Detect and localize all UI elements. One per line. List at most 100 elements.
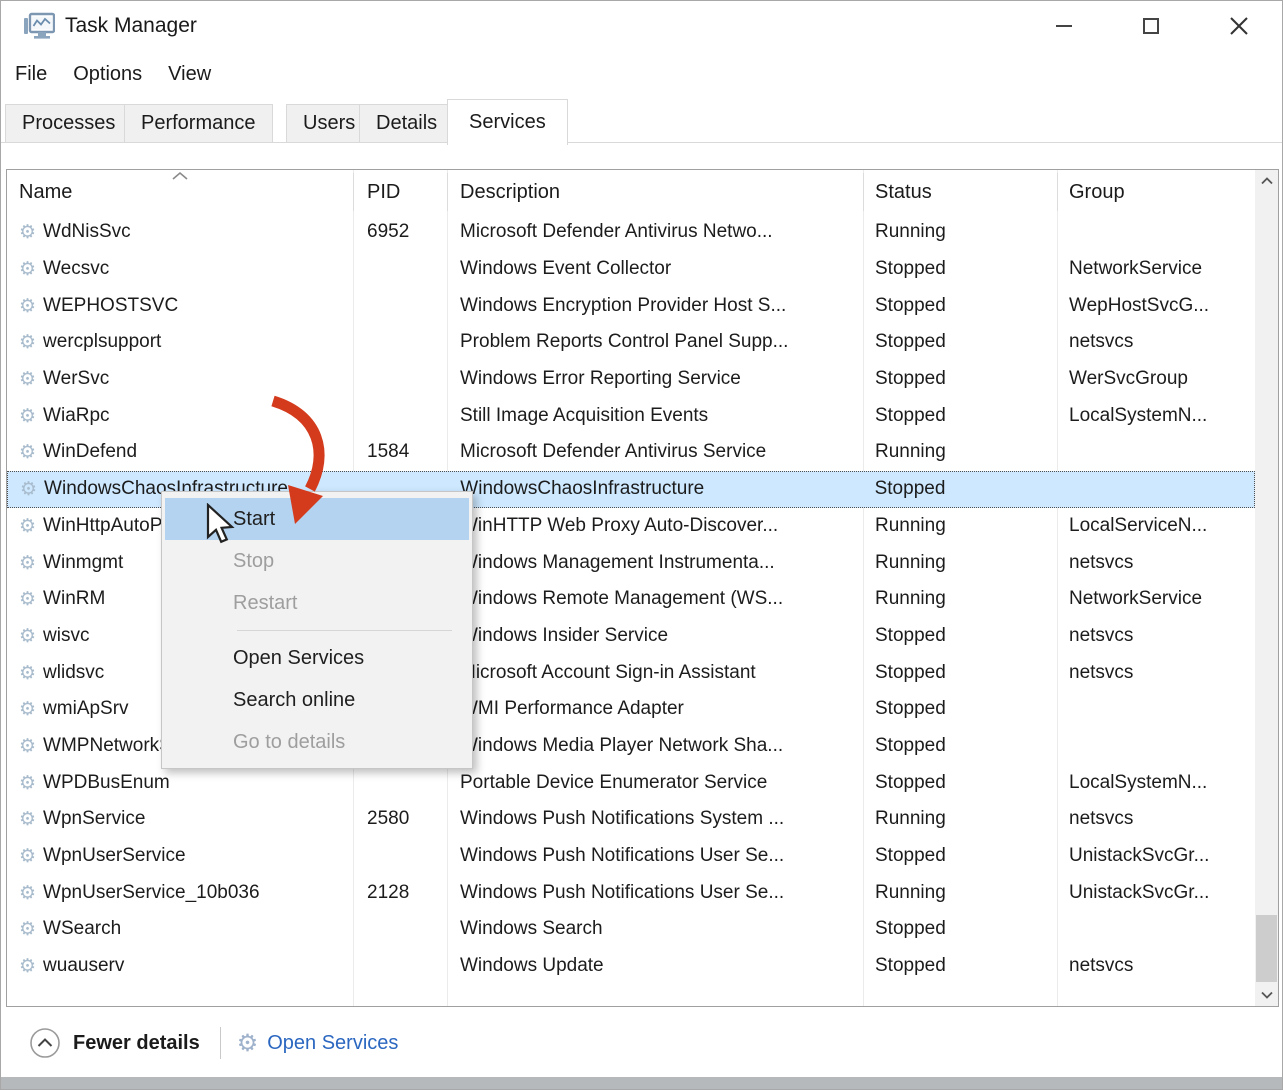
table-row[interactable]: ⚙WSearchWindows SearchStopped	[7, 911, 1255, 948]
service-group: netsvcs	[1057, 324, 1255, 361]
service-group: NetworkService	[1057, 251, 1255, 288]
service-status: Stopped	[863, 911, 1057, 948]
service-gear-icon: ⚙	[19, 258, 36, 280]
context-menu: StartStopRestartOpen ServicesSearch onli…	[161, 491, 473, 769]
minimize-button[interactable]	[1031, 1, 1097, 51]
service-description: Problem Reports Control Panel Supp...	[447, 324, 863, 361]
chevron-up-icon	[1261, 177, 1273, 185]
table-row[interactable]: ⚙wercplsupportProblem Reports Control Pa…	[7, 324, 1255, 361]
service-status: Running	[863, 508, 1057, 545]
service-gear-icon: ⚙	[19, 698, 36, 720]
column-header-pid[interactable]: PID	[353, 170, 447, 214]
service-description: Windows Push Notifications User Se...	[447, 838, 863, 875]
service-group: LocalServiceN...	[1057, 508, 1255, 545]
service-name: WiaRpc	[43, 405, 110, 427]
service-group: WerSvcGroup	[1057, 361, 1255, 398]
service-status: Stopped	[863, 764, 1057, 801]
service-group	[1056, 472, 1254, 507]
service-description: Windows Remote Management (WS...	[447, 581, 863, 618]
service-status: Running	[863, 434, 1057, 471]
service-description: Microsoft Defender Antivirus Netwo...	[447, 214, 863, 251]
scroll-down-button[interactable]	[1255, 984, 1278, 1006]
column-header-group[interactable]: Group	[1057, 170, 1255, 214]
service-status: Stopped	[863, 397, 1057, 434]
tab-services[interactable]: Services	[447, 99, 568, 145]
service-status: Stopped	[863, 251, 1057, 288]
service-gear-icon: ⚙	[19, 295, 36, 317]
service-pid	[353, 764, 447, 801]
context-menu-item-open-services[interactable]: Open Services	[165, 637, 469, 679]
table-row[interactable]: ⚙WpnUserService_10b0362128Windows Push N…	[7, 874, 1255, 911]
table-row[interactable]: ⚙ WiaRpc Still Image Acquisition EventsSto…	[7, 397, 1255, 434]
service-group: netsvcs	[1057, 801, 1255, 838]
service-pid	[353, 948, 447, 985]
service-description: Still Image Acquisition Events	[447, 397, 863, 434]
scrollbar-thumb[interactable]	[1256, 915, 1277, 982]
service-description: Microsoft Defender Antivirus Service	[447, 434, 863, 471]
tab-details[interactable]: Details	[359, 104, 454, 143]
service-name: WSearch	[43, 918, 121, 940]
service-description: WindowsChaosInfrastructure	[447, 472, 862, 507]
service-status: Stopped	[863, 324, 1057, 361]
service-status: Running	[863, 874, 1057, 911]
context-menu-item-go-to-details: Go to details	[165, 721, 469, 763]
service-name: wmiApSrv	[43, 698, 129, 720]
service-gear-icon: ⚙	[19, 405, 36, 427]
service-name: WinRM	[43, 588, 105, 610]
table-row[interactable]: ⚙WecsvcWindows Event CollectorStoppedNet…	[7, 251, 1255, 288]
service-name: WerSvc	[43, 368, 109, 390]
close-button[interactable]	[1206, 1, 1272, 51]
table-row[interactable]: ⚙WPDBusEnumPortable Device Enumerator Se…	[7, 764, 1255, 801]
services-gear-icon: ⚙	[237, 1029, 259, 1057]
vertical-scrollbar[interactable]	[1255, 170, 1278, 1006]
title-bar: Task Manager	[1, 1, 1282, 51]
service-gear-icon: ⚙	[19, 735, 36, 757]
open-services-link[interactable]: Open Services	[267, 1032, 398, 1055]
service-name: WpnUserService	[43, 845, 186, 867]
service-pid: 6952	[353, 214, 447, 251]
table-row[interactable]: ⚙WpnService2580Windows Push Notification…	[7, 801, 1255, 838]
service-name: Winmgmt	[43, 552, 123, 574]
service-description: Windows Update	[447, 948, 863, 985]
header-divider	[353, 173, 354, 211]
table-row[interactable]: ⚙WdNisSvc6952Microsoft Defender Antiviru…	[7, 214, 1255, 251]
service-description: WMI Performance Adapter	[447, 691, 863, 728]
maximize-icon	[1140, 15, 1162, 37]
tab-performance[interactable]: Performance	[124, 104, 273, 143]
fewer-details-button[interactable]: Fewer details	[73, 1032, 200, 1055]
table-row[interactable]: ⚙wuauservWindows UpdateStoppednetsvcs	[7, 948, 1255, 985]
context-menu-item-restart: Restart	[165, 582, 469, 624]
service-name: WinDefend	[43, 441, 137, 463]
menubar-item-file[interactable]: File	[15, 63, 47, 86]
tab-processes[interactable]: Processes	[5, 104, 132, 143]
scroll-up-button[interactable]	[1255, 170, 1278, 192]
menubar-item-view[interactable]: View	[168, 63, 211, 86]
context-menu-item-start[interactable]: Start	[165, 498, 469, 540]
table-row[interactable]: ⚙WpnUserServiceWindows Push Notification…	[7, 838, 1255, 875]
table-row[interactable]: ⚙WEPHOSTSVCWindows Encryption Provider H…	[7, 287, 1255, 324]
column-header-status[interactable]: Status	[863, 170, 1057, 214]
table-row[interactable]: ⚙WerSvcWindows Error Reporting ServiceSt…	[7, 361, 1255, 398]
menubar-item-options[interactable]: Options	[73, 63, 142, 86]
header-divider	[863, 173, 864, 211]
service-gear-icon: ⚙	[19, 368, 36, 390]
service-gear-icon: ⚙	[19, 515, 36, 537]
service-pid	[353, 287, 447, 324]
service-gear-icon: ⚙	[19, 441, 36, 463]
service-status: Stopped	[863, 287, 1057, 324]
service-pid	[353, 251, 447, 288]
service-name: wisvc	[43, 625, 89, 647]
table-row[interactable]: ⚙WinDefend1584Microsoft Defender Antivir…	[7, 434, 1255, 471]
chevron-up-circle-icon	[29, 1027, 61, 1059]
service-name: wlidsvc	[43, 662, 104, 684]
service-group	[1057, 691, 1255, 728]
service-gear-icon: ⚙	[19, 955, 36, 977]
service-gear-icon: ⚙	[19, 331, 36, 353]
maximize-button[interactable]	[1118, 1, 1184, 51]
service-group: netsvcs	[1057, 654, 1255, 691]
service-description: Windows Media Player Network Sha...	[447, 728, 863, 765]
service-status: Running	[863, 801, 1057, 838]
column-header-description[interactable]: Description	[447, 170, 863, 214]
service-status: Stopped	[863, 618, 1057, 655]
context-menu-item-search-online[interactable]: Search online	[165, 679, 469, 721]
